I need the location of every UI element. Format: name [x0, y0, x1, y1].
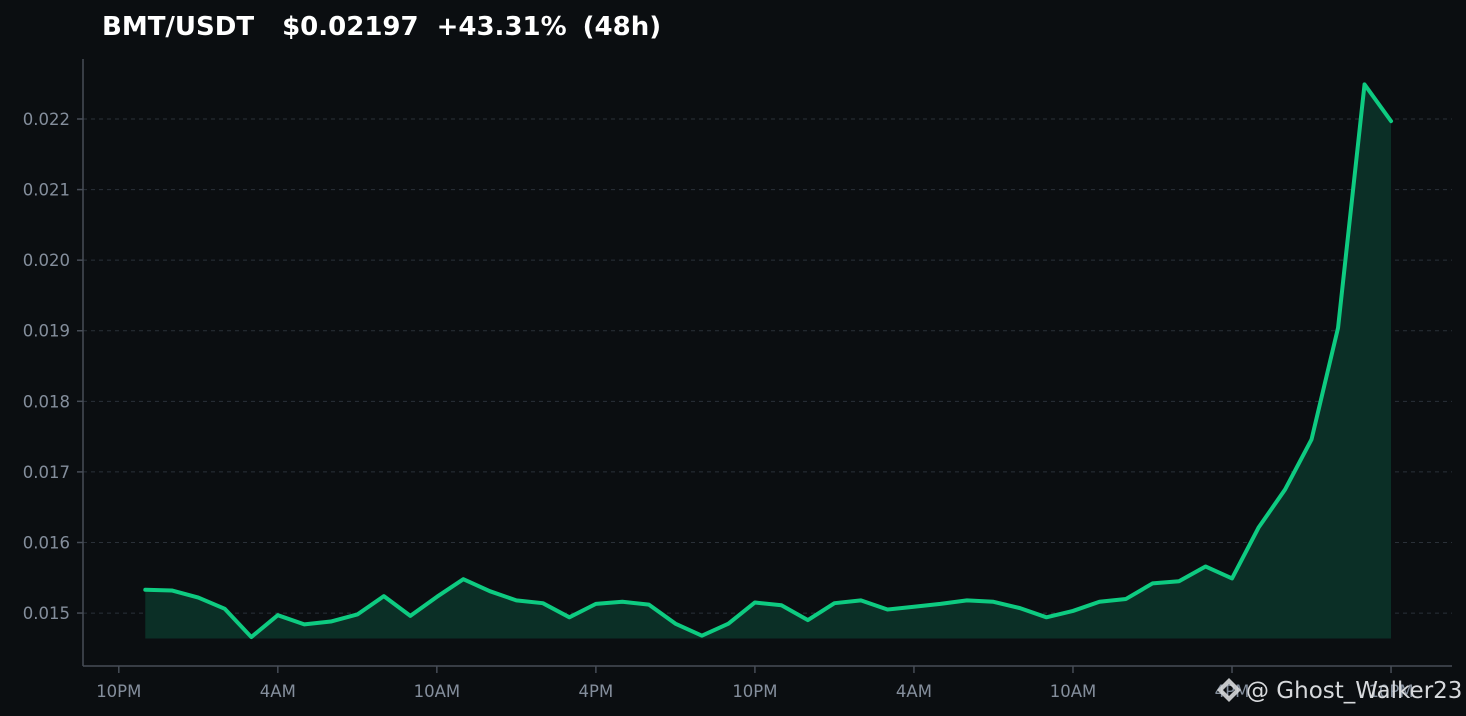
y-axis-ticks: 0.015 0.016 0.017 0.018 0.019 0.020 0.021 0.022: [23, 110, 83, 623]
watermark-handle: @ Ghost_Walker23: [1246, 678, 1462, 704]
watermark: @ Ghost_Walker23: [1217, 678, 1462, 704]
price-value: $0.02197: [282, 12, 419, 42]
period-label: (48h): [583, 12, 661, 42]
x-tick-label: 4AM: [896, 682, 932, 701]
x-tick-label: 10AM: [414, 682, 461, 701]
y-tick-label: 0.015: [23, 604, 70, 623]
chart-title: BMT/USDT $0.02197 +43.31% (48h): [102, 12, 661, 42]
y-tick-label: 0.022: [23, 110, 70, 129]
y-tick-label: 0.020: [23, 251, 70, 270]
grid-lines: [83, 118, 1452, 614]
change-percent: +43.31%: [437, 12, 567, 42]
price-area-fill: [145, 84, 1392, 639]
pair-label: BMT/USDT: [102, 12, 254, 42]
x-tick-label: 4AM: [260, 682, 296, 701]
plot-area: [143, 82, 1394, 640]
price-series-line: [143, 82, 1394, 640]
x-axis-ticks: 10PM 4AM 10AM 4PM 10PM 4AM 10AM 4PM 10PM: [96, 666, 1414, 701]
x-tick-label: 10PM: [732, 682, 777, 701]
x-tick-label: 10PM: [96, 682, 141, 701]
y-tick-label: 0.017: [23, 463, 70, 482]
x-tick-label: 10AM: [1050, 682, 1097, 701]
price-chart: BMT/USDT $0.02197 +43.31% (48h) 0.0150.0160…: [23, 12, 1463, 704]
y-tick-label: 0.016: [23, 533, 70, 552]
y-tick-label: 0.019: [23, 322, 70, 341]
y-tick-label: 0.018: [23, 392, 70, 411]
x-tick-label: 4PM: [579, 682, 614, 701]
y-tick-label: 0.021: [23, 181, 70, 200]
